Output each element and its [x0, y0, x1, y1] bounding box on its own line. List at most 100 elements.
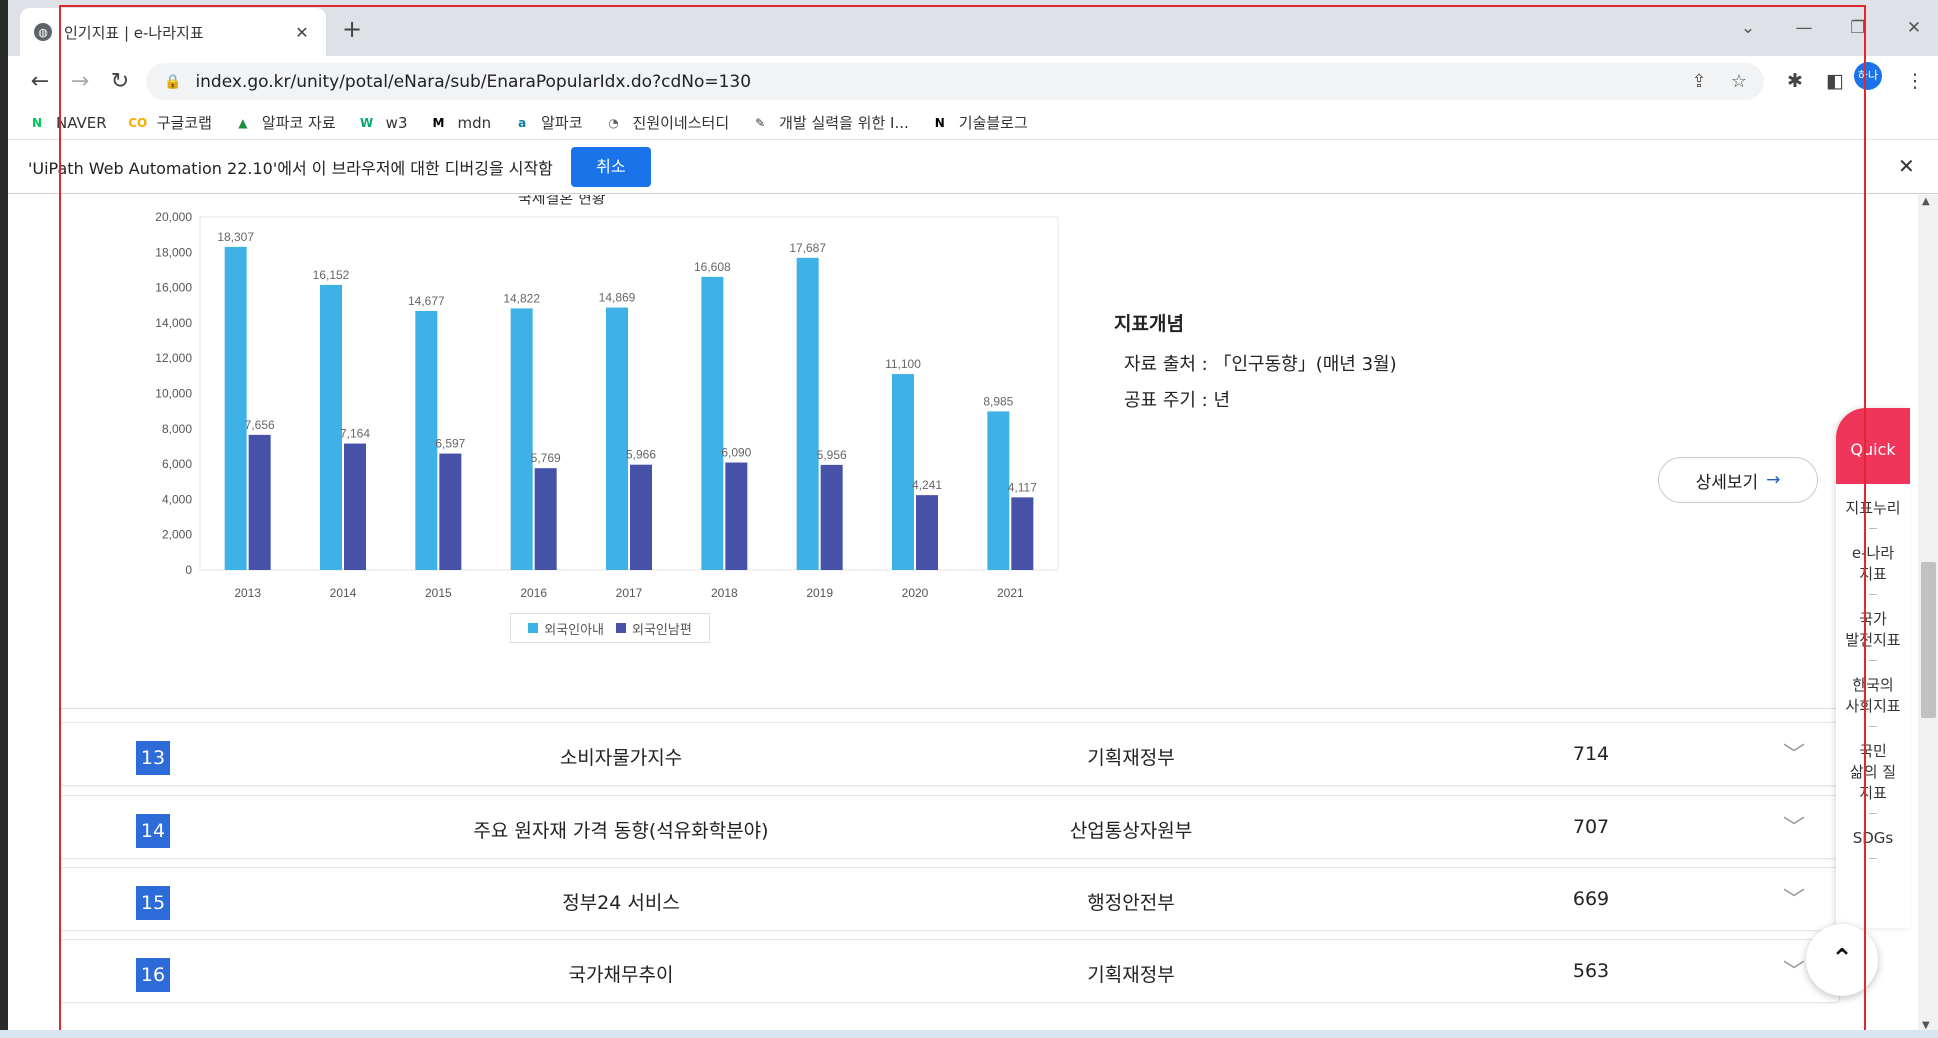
bookmark-favicon-icon: ▲: [238, 115, 248, 130]
bookmark-item[interactable]: Mmdn: [429, 114, 492, 132]
quick-menu-item[interactable]: SDGs: [1836, 814, 1910, 859]
quick-menu-item[interactable]: 한국의 사회지표: [1836, 661, 1910, 727]
bookmark-item[interactable]: ◔ 진원이네스터디: [605, 112, 730, 133]
bar-value-label: 14,822: [503, 291, 540, 305]
quick-menu-item[interactable]: 국가 발전지표: [1836, 595, 1910, 661]
cancel-debug-button[interactable]: 취소: [570, 146, 651, 187]
bookmark-star-icon[interactable]: ☆: [1726, 69, 1752, 95]
x-tick-label: 2013: [234, 586, 261, 600]
chart-svg: 0 2,000 4,000 6,000 8,000 10,000 12,000 14,000 1…: [155, 210, 1059, 600]
bookmark-item[interactable]: CO 구글코랩: [128, 112, 212, 133]
bar-value-label: 7,164: [340, 427, 370, 441]
bookmark-label: 개발 실력을 위한 I...: [779, 114, 909, 132]
detail-view-button[interactable]: 상세보기 →: [1658, 457, 1818, 503]
bookmark-label: 알파코 자료: [261, 114, 336, 132]
quick-menu-item[interactable]: 지표누리: [1836, 484, 1910, 529]
infobar-message: 'UiPath Web Automation 22.10'에서 이 브라우저에 …: [28, 158, 553, 178]
back-icon[interactable]: ←: [24, 66, 56, 98]
y-tick-label: 16,000: [155, 281, 192, 295]
view-count: 563: [1572, 960, 1610, 982]
indicator-org: 기획재정부: [1087, 747, 1175, 769]
view-count: 714: [1572, 743, 1610, 765]
tab-title: 인기지표 | e-나라지표: [64, 23, 204, 42]
quick-menu: Quick 지표누리 e-나라 지표 국가 발전지표 한국의 사회지표 국민 삶의 질 지표 SDG…: [1836, 408, 1910, 928]
menu-kebab-icon[interactable]: ⋮: [1900, 66, 1930, 96]
bar-value-label: 4,117: [1008, 480, 1037, 494]
bar-value-label: 5,769: [531, 451, 561, 465]
bookmark-item[interactable]: a 알파코: [513, 112, 582, 133]
bar-value-label: 16,152: [313, 268, 350, 282]
bookmarks-bar: N NAVER CO 구글코랩 ▲ 알파코 자료 Ww3 Mmdn a 알파코 ◔ 진원이네스터디 ✎ 개…: [8, 106, 1938, 140]
window-close-icon[interactable]: ✕: [1894, 14, 1934, 42]
scroll-up-icon[interactable]: ▲: [1922, 196, 1930, 207]
reload-icon[interactable]: ↻: [104, 66, 136, 98]
bookmark-item[interactable]: N NAVER: [28, 114, 107, 132]
bookmark-favicon-icon: ◔: [608, 115, 619, 130]
bookmark-item[interactable]: N 기술블로그: [931, 112, 1028, 133]
indicator-row[interactable]: 15 정부24 서비스 행정안전부 669 ﹀: [60, 867, 1840, 931]
bar-foreign-wife: [415, 310, 438, 570]
profile-avatar[interactable]: 하나: [1854, 62, 1882, 90]
y-tick-label: 2,000: [162, 528, 192, 542]
forward-icon[interactable]: →: [64, 66, 96, 98]
side-panel-icon[interactable]: ◧: [1820, 66, 1850, 96]
chevron-down-icon[interactable]: ﹀: [1783, 810, 1805, 842]
bar-foreign-wife: [320, 284, 342, 570]
scrollbar-thumb[interactable]: [1921, 562, 1936, 718]
new-tab-button[interactable]: +: [336, 14, 368, 46]
y-tick-label: 8,000: [162, 422, 192, 436]
share-icon[interactable]: ⇪: [1686, 69, 1712, 95]
y-tick-label: 0: [185, 563, 192, 577]
chevron-down-icon[interactable]: ﹀: [1783, 737, 1805, 769]
rank-badge: 14: [136, 814, 170, 848]
address-bar[interactable]: 🔒 index.go.kr/unity/potal/eNara/sub/Enar…: [146, 63, 1764, 100]
x-tick-label: 2020: [902, 586, 929, 600]
bar-value-label: 16,608: [694, 260, 731, 274]
legend-label: 외국인아내: [544, 622, 604, 638]
y-tick-label: 10,000: [155, 387, 192, 401]
concept-source: 자료 출처 : 「인구동향」(매년 3월): [1124, 354, 1397, 375]
indicator-name: 주요 원자재 가격 동향(석유화학분야): [473, 820, 769, 842]
scroll-to-top-button[interactable]: ⌃: [1806, 924, 1878, 996]
indicator-row[interactable]: 13 소비자물가지수 기획재정부 714 ﹀: [60, 722, 1840, 786]
tab-close-icon[interactable]: ✕: [292, 23, 312, 42]
bar-foreign-husband: [344, 443, 366, 570]
bar-foreign-wife: [510, 308, 533, 570]
taskbar-edge: [0, 1030, 1938, 1038]
bookmark-favicon-icon: W: [360, 115, 374, 130]
bar-value-label: 6,597: [435, 437, 465, 451]
extensions-icon[interactable]: ✱: [1780, 66, 1810, 96]
tab-bar: ◍ 인기지표 | e-나라지표 ✕ + ⌄ — ❐ ✕: [8, 0, 1938, 56]
bookmark-label: 진원이네스터디: [632, 114, 730, 132]
bookmark-label: 구글코랩: [156, 114, 212, 132]
indicator-row[interactable]: 14 주요 원자재 가격 동향(석유화학분야) 산업통상자원부 707 ﹀: [60, 795, 1840, 859]
y-tick-label: 20,000: [155, 210, 192, 224]
quick-menu-header[interactable]: Quick: [1836, 408, 1910, 484]
chevron-down-icon[interactable]: ﹀: [1783, 954, 1805, 986]
lock-icon: 🔒: [164, 73, 182, 90]
bookmark-item[interactable]: ▲ 알파코 자료: [234, 112, 336, 133]
quick-menu-item[interactable]: 국민 삶의 질 지표: [1836, 727, 1910, 814]
x-tick-label: 2018: [711, 586, 738, 600]
y-tick-label: 18,000: [155, 245, 192, 259]
quick-menu-item[interactable]: e-나라 지표: [1836, 529, 1910, 595]
bookmark-item[interactable]: Ww3: [358, 114, 407, 132]
maximize-icon[interactable]: ❐: [1838, 14, 1878, 42]
tab-search-icon[interactable]: ⌄: [1728, 14, 1768, 42]
infobar-close-icon[interactable]: ✕: [1898, 154, 1915, 178]
browser-tab[interactable]: ◍ 인기지표 | e-나라지표 ✕: [20, 8, 326, 56]
bookmark-item[interactable]: ✎ 개발 실력을 위한 I...: [751, 112, 909, 133]
concept-period: 공표 주기 : 년: [1124, 390, 1231, 411]
bookmark-favicon-icon: N: [934, 115, 945, 130]
minimize-icon[interactable]: —: [1784, 14, 1824, 42]
x-tick-label: 2015: [425, 586, 452, 600]
bookmark-favicon-icon: M: [432, 115, 445, 130]
bar-foreign-husband: [725, 462, 748, 570]
browser-toolbar: ← → ↻ 🔒 index.go.kr/unity/potal/eNara/su…: [8, 56, 1938, 106]
indicator-row[interactable]: 16 국가채무추이 기획재정부 563 ﹀: [60, 939, 1840, 1003]
chevron-down-icon[interactable]: ﹀: [1783, 882, 1805, 914]
bar-foreign-husband: [248, 434, 271, 570]
bar-value-label: 7,656: [245, 418, 275, 432]
chart-title: 국제결혼 현황: [518, 195, 606, 207]
bookmark-label: 알파코: [541, 114, 583, 132]
